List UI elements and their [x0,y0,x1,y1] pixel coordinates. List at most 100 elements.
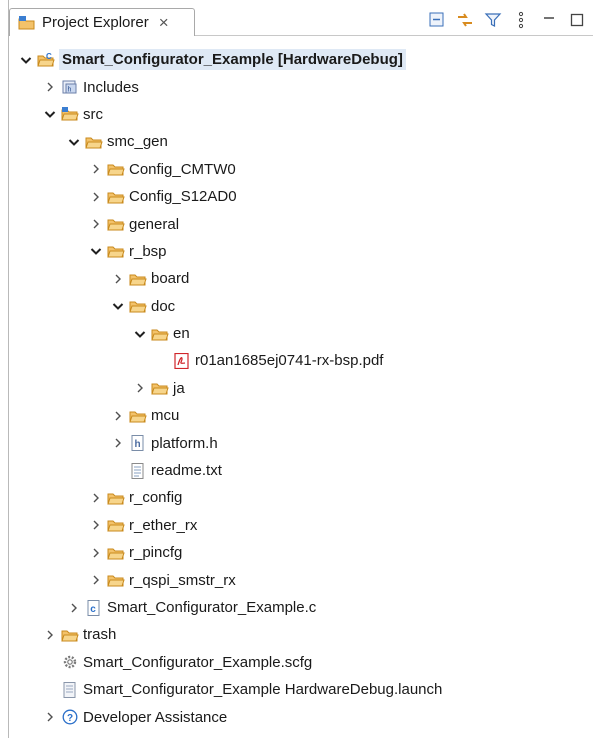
tree-item-includes[interactable]: Includes [9,73,593,100]
tree-item-launch[interactable]: Smart_Configurator_Example HardwareDebug… [9,676,593,703]
tree-item-r-pincfg[interactable]: r_pincfg [9,539,593,566]
mcu-label: mcu [151,407,180,425]
collapse-all-icon[interactable] [427,10,447,30]
chevron-right-icon[interactable] [89,573,103,587]
developer-assistance-label: Developer Assistance [83,708,228,726]
folder-open-icon [85,134,103,150]
tree-item-ja[interactable]: ja [9,375,593,402]
r-bsp-label: r_bsp [129,242,167,260]
board-label: board [151,270,190,288]
general-label: general [129,215,180,233]
tree-item-config-cmtw0[interactable]: Config_CMTW0 [9,156,593,183]
chevron-down-icon[interactable] [89,244,103,258]
tree-item-main-c[interactable]: Smart_Configurator_Example.c [9,594,593,621]
tree-item-platform-h[interactable]: platform.h [9,429,593,456]
doc-label: doc [151,297,176,315]
help-icon [61,709,79,725]
tree-item-r-config[interactable]: r_config [9,484,593,511]
chevron-right-icon[interactable] [89,217,103,231]
r-qspi-smstr-rx-label: r_qspi_smstr_rx [129,571,236,589]
gear-icon [61,654,79,670]
main-c-label: Smart_Configurator_Example.c [107,599,317,616]
folder-icon [107,189,125,205]
folder-icon [61,627,79,643]
tree-item-r-ether-rx[interactable]: r_ether_rx [9,512,593,539]
tree-item-r-qspi-smstr-rx[interactable]: r_qspi_smstr_rx [9,566,593,593]
trash-label: trash [83,626,117,644]
config-cmtw0-label: Config_CMTW0 [129,160,236,178]
includes-label: Includes [83,78,139,96]
ja-label: ja [173,379,185,397]
tab-title: Project Explorer [42,14,149,31]
chevron-right-icon[interactable] [111,272,125,286]
launch-file-icon [61,682,79,698]
tree-item-developer-assistance[interactable]: Developer Assistance [9,703,593,730]
folder-icon [129,271,147,287]
tree-item-trash[interactable]: trash [9,621,593,648]
chevron-down-icon[interactable] [133,327,147,341]
project-tree: Smart_Configurator_Example [HardwareDebu… [9,46,593,731]
chevron-down-icon[interactable] [43,107,57,121]
folder-icon [107,490,125,506]
chevron-down-icon[interactable] [111,299,125,313]
tree-item-readme[interactable]: readme.txt [9,457,593,484]
tree-item-general[interactable]: general [9,210,593,237]
source-folder-icon [61,106,79,122]
view-menu-icon[interactable] [511,10,531,30]
includes-icon [61,79,79,95]
tree-item-project[interactable]: Smart_Configurator_Example [HardwareDebu… [9,46,593,73]
tree-item-r-bsp[interactable]: r_bsp [9,238,593,265]
minimize-icon[interactable] [539,10,559,30]
close-icon[interactable]: × [159,13,169,33]
chevron-down-icon[interactable] [19,53,33,67]
chevron-right-icon[interactable] [133,381,147,395]
tree-item-pdf[interactable]: r01an1685ej0741-rx-bsp.pdf [9,347,593,374]
en-label: en [173,325,190,343]
tree-item-src[interactable]: src [9,101,593,128]
r-config-label: r_config [129,489,183,507]
chevron-right-icon[interactable] [43,628,57,642]
chevron-right-icon[interactable] [67,601,81,615]
view-header: Project Explorer × [9,0,593,40]
readme-label: readme.txt [151,462,222,480]
r-ether-rx-label: r_ether_rx [129,516,198,534]
tree-item-scfg[interactable]: Smart_Configurator_Example.scfg [9,649,593,676]
tree-item-config-s12ad0[interactable]: Config_S12AD0 [9,183,593,210]
filter-icon[interactable] [483,10,503,30]
project-explorer-icon [18,15,36,31]
tree-item-smc-gen[interactable]: smc_gen [9,128,593,155]
chevron-right-icon[interactable] [111,436,125,450]
chevron-right-icon[interactable] [89,190,103,204]
platform-h-label: platform.h [151,434,218,452]
c-file-icon [85,600,103,616]
chevron-right-icon[interactable] [111,409,125,423]
link-with-editor-icon[interactable] [455,10,475,30]
folder-open-icon [107,243,125,259]
src-label: src [83,105,103,123]
chevron-right-icon[interactable] [89,162,103,176]
launch-label: Smart_Configurator_Example HardwareDebug… [83,681,443,699]
tree-item-doc[interactable]: doc [9,293,593,320]
tree-item-board[interactable]: board [9,265,593,292]
tab-project-explorer[interactable]: Project Explorer × [9,8,195,36]
chevron-right-icon[interactable] [89,518,103,532]
tree-item-en[interactable]: en [9,320,593,347]
r-pincfg-label: r_pincfg [129,544,183,562]
folder-icon [107,216,125,232]
chevron-down-icon[interactable] [67,135,81,149]
maximize-icon[interactable] [567,10,587,30]
folder-icon [151,380,169,396]
chevron-right-icon[interactable] [43,710,57,724]
chevron-right-icon[interactable] [89,491,103,505]
folder-open-icon [151,326,169,342]
header-file-icon [129,435,147,451]
pdf-label: r01an1685ej0741-rx-bsp.pdf [195,352,384,370]
pdf-icon [173,353,191,369]
tree-item-mcu[interactable]: mcu [9,402,593,429]
chevron-right-icon[interactable] [43,80,57,94]
folder-icon [107,161,125,177]
chevron-right-icon[interactable] [89,546,103,560]
